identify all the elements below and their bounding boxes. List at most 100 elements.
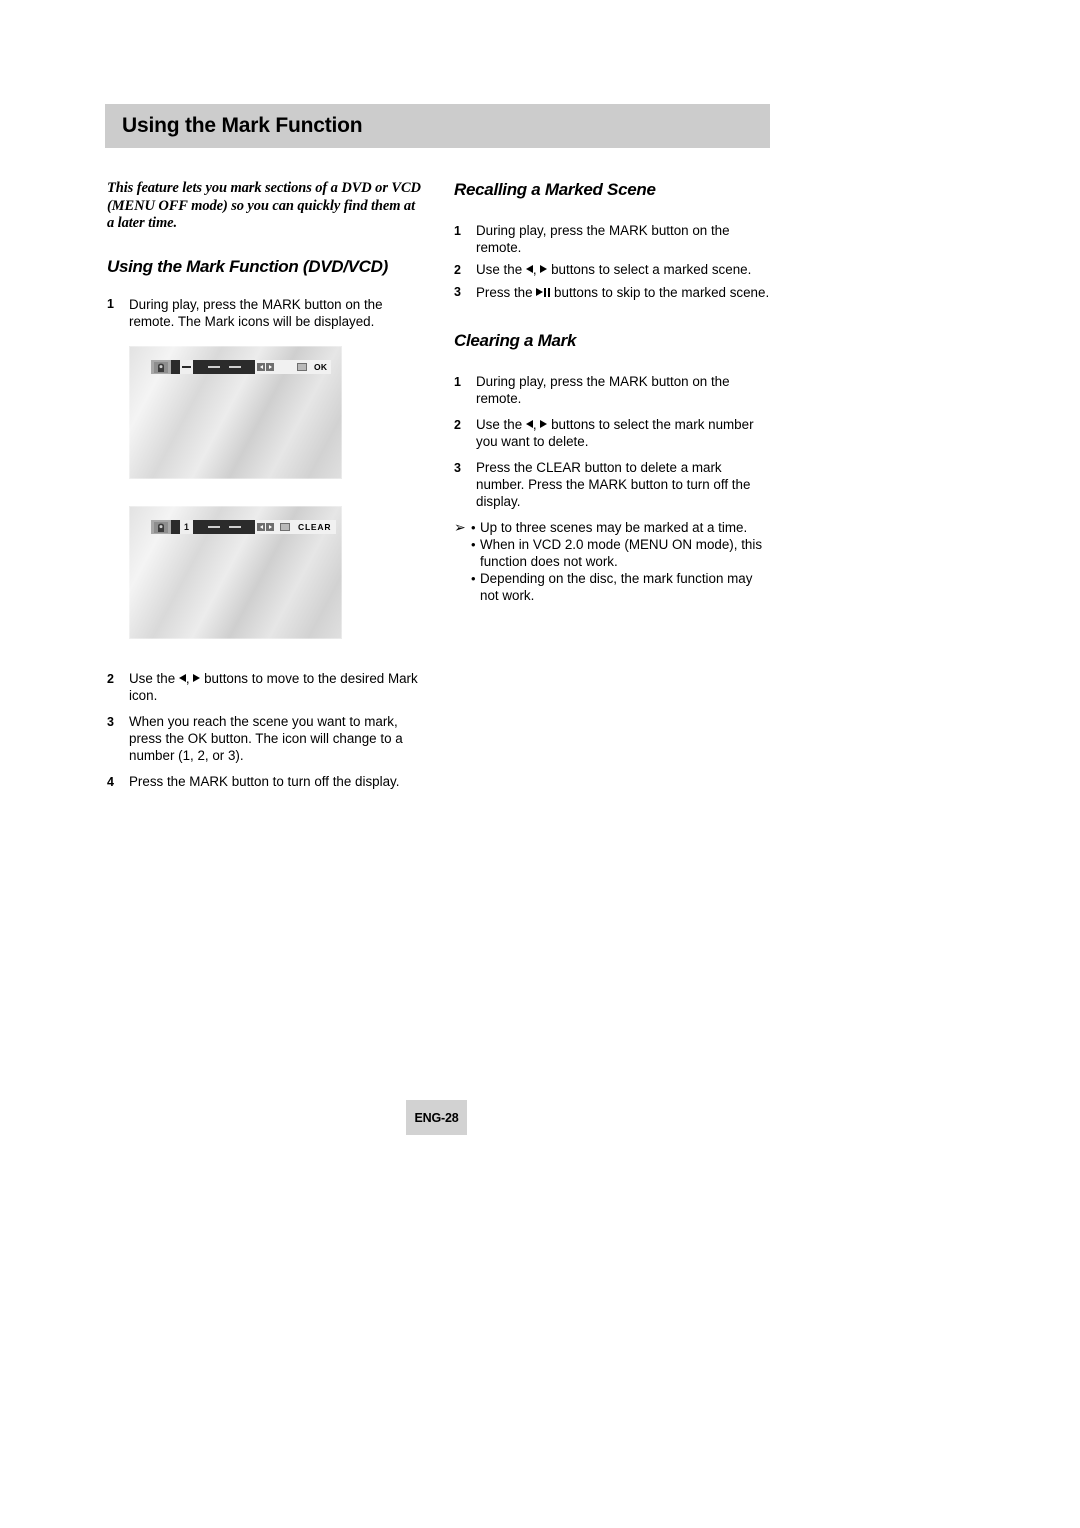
step-item: 1 During play, press the MARK button on … bbox=[454, 373, 772, 407]
step-number: 2 bbox=[454, 417, 461, 432]
step-text-before: Use the bbox=[476, 262, 523, 277]
mark-slots-group bbox=[193, 360, 255, 374]
note-block: ➢ • Up to three scenes may be marked at … bbox=[454, 519, 772, 604]
left-steps-list-top: 1 During play, press the MARK button on … bbox=[107, 296, 422, 330]
step-item: 1 During play, press the MARK button on … bbox=[454, 222, 772, 256]
step-number: 3 bbox=[454, 460, 461, 475]
osd-arrow-buttons bbox=[255, 360, 276, 374]
right-arrow-icon bbox=[540, 420, 548, 428]
right-arrow-icon bbox=[540, 265, 548, 273]
step-text-before: Press the bbox=[476, 284, 533, 300]
step-item: 2 Use the , buttons to select the mark n… bbox=[454, 416, 772, 450]
step-text-before: Use the bbox=[476, 417, 523, 432]
step-item: 2 Use the , buttons to move to the desir… bbox=[107, 670, 422, 704]
clear-key-icon bbox=[276, 520, 293, 534]
osd-black-spacer bbox=[171, 520, 180, 534]
step-item: 3 When you reach the scene you want to m… bbox=[107, 713, 422, 764]
note-item: • When in VCD 2.0 mode (MENU ON mode), t… bbox=[471, 536, 772, 570]
mark-slot-empty bbox=[207, 366, 220, 368]
right-arrow-icon bbox=[193, 674, 201, 682]
section-heading-using-mark-function: Using the Mark Function (DVD/VCD) bbox=[107, 256, 388, 276]
note-bullet-list: • Up to three scenes may be marked at a … bbox=[471, 519, 772, 604]
page-number-badge: ENG-28 bbox=[406, 1100, 467, 1135]
page-header-bar: Using the Mark Function bbox=[105, 104, 770, 148]
note-text: Depending on the disc, the mark function… bbox=[480, 571, 753, 603]
right-column: Recalling a Marked Scene 1 During play, … bbox=[454, 180, 772, 604]
disc-icon bbox=[151, 520, 171, 534]
recalling-steps-list: 1 During play, press the MARK button on … bbox=[454, 222, 772, 301]
osd-light-spacer bbox=[276, 360, 293, 374]
left-arrow-icon bbox=[257, 363, 265, 371]
step-number: 1 bbox=[107, 297, 114, 311]
step-text-after: buttons to skip to the marked scene. bbox=[554, 284, 770, 300]
page-title: Using the Mark Function bbox=[122, 114, 363, 137]
intro-paragraph: This feature lets you mark sections of a… bbox=[107, 180, 421, 231]
osd-bar: 1 CLEAR bbox=[151, 520, 337, 534]
left-column-lower: 2 Use the , buttons to move to the desir… bbox=[107, 670, 422, 800]
bullet-icon: • bbox=[471, 537, 476, 552]
step-number: 3 bbox=[454, 285, 461, 299]
step-text: Use the , buttons to select a marked sce… bbox=[476, 262, 752, 277]
mark-number-indicator: 1 bbox=[180, 520, 193, 534]
right-arrow-icon bbox=[266, 363, 274, 371]
left-steps-list-bottom: 2 Use the , buttons to move to the desir… bbox=[107, 670, 422, 791]
mark-slots-group bbox=[193, 520, 255, 534]
step-number: 1 bbox=[454, 223, 461, 238]
play-icon bbox=[536, 287, 544, 296]
note-text: Up to three scenes may be marked at a ti… bbox=[480, 520, 748, 535]
step-text: Press the CLEAR button to delete a mark … bbox=[476, 460, 751, 509]
step-item: 1 During play, press the MARK button on … bbox=[107, 296, 422, 330]
osd-clear-label: CLEAR bbox=[293, 520, 337, 534]
step-number: 2 bbox=[454, 262, 461, 277]
osd-ok-label: OK bbox=[310, 360, 332, 374]
step-item: 2 Use the , buttons to select a marked s… bbox=[454, 261, 772, 279]
mark-dash-icon bbox=[182, 366, 191, 368]
note-item: • Depending on the disc, the mark functi… bbox=[471, 570, 772, 604]
step-text: Press the buttons to skip to the marked … bbox=[476, 284, 772, 301]
note-text: When in VCD 2.0 mode (MENU ON mode), thi… bbox=[480, 537, 763, 569]
mark-slot-empty bbox=[228, 366, 241, 368]
step-text: Press the MARK button to turn off the di… bbox=[129, 774, 400, 789]
step-text: When you reach the scene you want to mar… bbox=[129, 714, 403, 763]
step-text: During play, press the MARK button on th… bbox=[476, 223, 730, 255]
note-item: • Up to three scenes may be marked at a … bbox=[471, 519, 772, 536]
section-heading-clearing-a-mark: Clearing a Mark bbox=[454, 331, 577, 350]
left-column: This feature lets you mark sections of a… bbox=[107, 180, 422, 339]
left-arrow-icon bbox=[178, 674, 186, 682]
clearing-steps-list: 1 During play, press the MARK button on … bbox=[454, 373, 772, 510]
ok-key-icon bbox=[293, 360, 310, 374]
section-heading-recalling-marked-scene: Recalling a Marked Scene bbox=[454, 180, 656, 199]
pause-icon bbox=[544, 287, 551, 297]
bullet-icon: • bbox=[471, 520, 476, 535]
step-text: During play, press the MARK button on th… bbox=[129, 296, 383, 329]
tv-screen-figure-mark-icons: OK bbox=[129, 346, 342, 479]
step-item: 3 Press the buttons to skip to the marke… bbox=[454, 284, 772, 302]
step-text: Use the , buttons to select the mark num… bbox=[476, 417, 754, 449]
osd-black-spacer bbox=[171, 360, 180, 374]
left-arrow-icon bbox=[525, 420, 533, 428]
step-text: Use the , buttons to move to the desired… bbox=[129, 671, 418, 703]
step-text: During play, press the MARK button on th… bbox=[476, 374, 730, 406]
osd-arrow-buttons bbox=[255, 520, 276, 534]
left-arrow-icon bbox=[257, 523, 265, 531]
mark-slot-empty bbox=[228, 526, 241, 528]
step-text-after: buttons to select a marked scene. bbox=[551, 262, 752, 277]
step-number: 1 bbox=[454, 374, 461, 389]
step-item: 4 Press the MARK button to turn off the … bbox=[107, 773, 422, 791]
right-arrow-icon bbox=[266, 523, 274, 531]
osd-bar: OK bbox=[151, 360, 332, 374]
step-number: 2 bbox=[107, 671, 114, 686]
step-number: 4 bbox=[107, 774, 114, 789]
bullet-icon: • bbox=[471, 571, 476, 586]
key-glyph bbox=[296, 363, 307, 371]
step-number: 3 bbox=[107, 714, 114, 729]
key-glyph bbox=[279, 523, 290, 531]
left-arrow-icon bbox=[525, 265, 533, 273]
disc-icon bbox=[151, 360, 171, 374]
step-item: 3 Press the CLEAR button to delete a mar… bbox=[454, 459, 772, 510]
note-arrow-icon: ➢ bbox=[454, 519, 466, 535]
mark-slot-indicator bbox=[180, 360, 193, 374]
mark-slot-empty bbox=[207, 526, 220, 528]
tv-screen-figure-mark-number: 1 CLEAR bbox=[129, 506, 342, 639]
step-text-before: Use the bbox=[129, 671, 176, 686]
